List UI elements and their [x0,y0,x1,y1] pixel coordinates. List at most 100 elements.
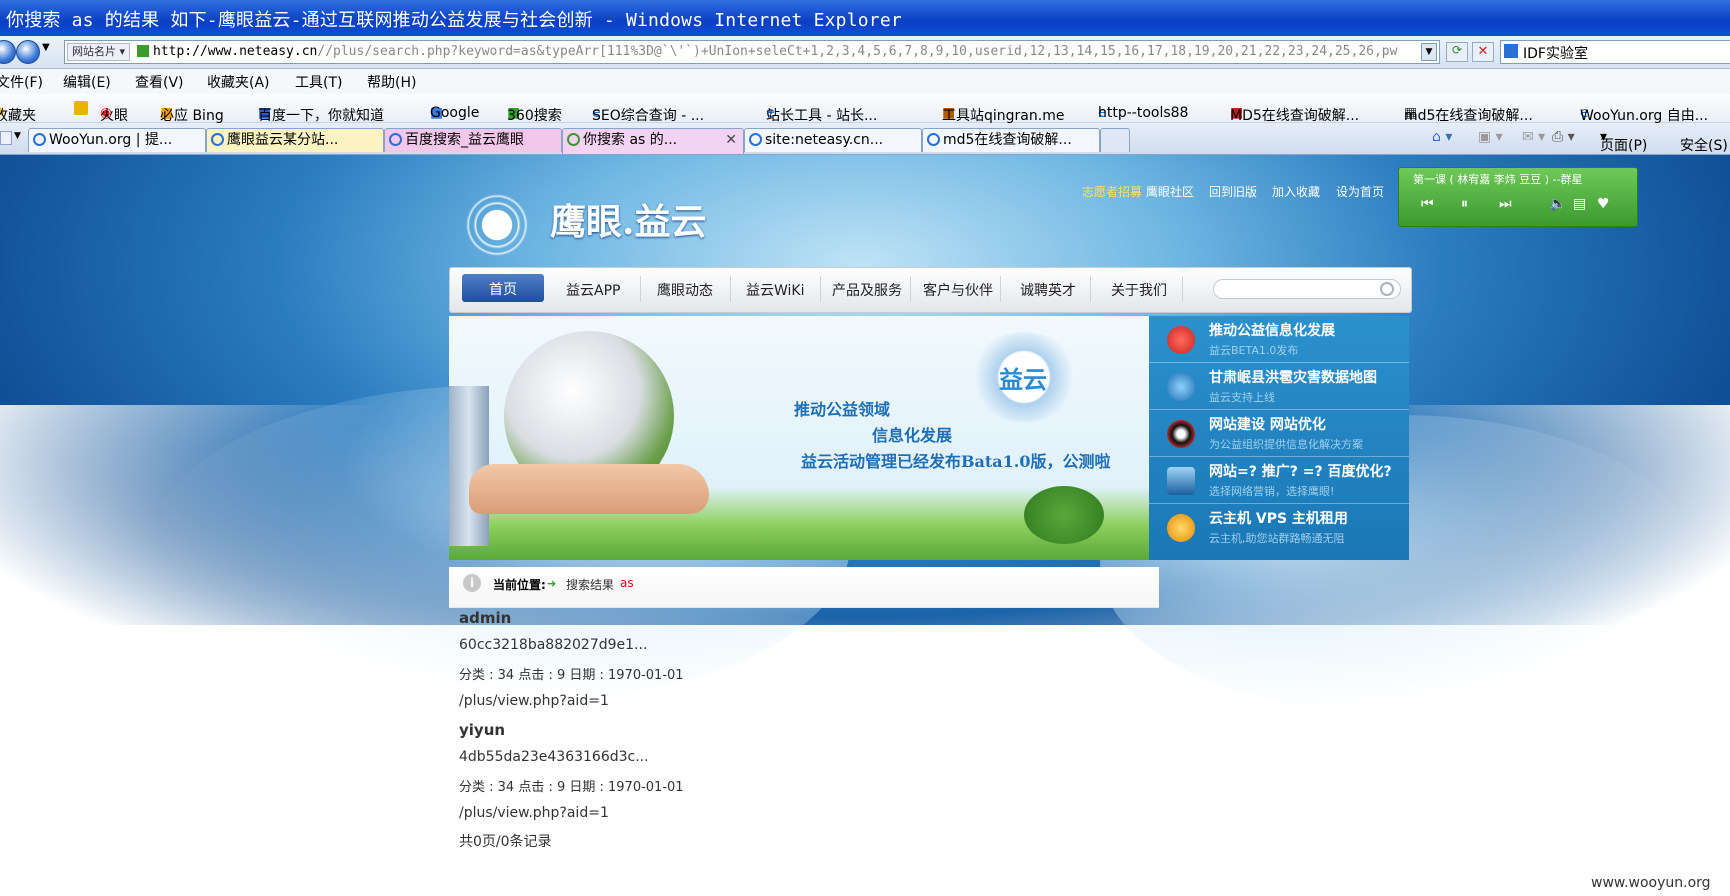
music-note-icon [1167,373,1195,401]
menu-favorites[interactable]: 收藏夹(A) [207,72,270,92]
nav-jobs[interactable]: 诚聘英才 [1020,280,1076,300]
menu-tools[interactable]: 工具(T) [295,72,342,92]
close-tab-icon[interactable]: ✕ [725,129,737,151]
search-value: IDF实验室 [1523,46,1588,62]
news-panel: 推动公益信息化发展 益云BETA1.0发布 甘肃岷县洪雹灾害数据地图 益云支持上… [1149,316,1409,560]
site-search-input[interactable] [1213,279,1401,299]
volunteer-link[interactable]: 志愿者招募 [1082,183,1142,200]
result-link[interactable]: /plus/view.php?aid=1 [459,693,609,709]
page-tab-icon [567,133,580,146]
nav-about[interactable]: 关于我们 [1111,280,1167,300]
panel-item-2[interactable]: 甘肃岷县洪雹灾害数据地图 益云支持上线 [1149,363,1409,410]
tab-md5[interactable]: md5在线查询破解... [922,128,1100,152]
refresh-icon[interactable]: ⟳ [1446,42,1468,62]
banner-line-2: 信息化发展 [872,426,953,445]
search-input[interactable]: IDF实验室 [1500,40,1730,64]
home-icon[interactable]: ⌂ ▾ [1432,129,1452,145]
back-button[interactable] [0,40,16,64]
feeds-icon[interactable]: ▣ ▾ [1478,129,1503,145]
menu-help[interactable]: 帮助(H) [367,72,416,92]
site-card-button[interactable]: 网站名片 ▾ [67,43,131,61]
shield-icon [1167,467,1195,495]
panel-item-1[interactable]: 推动公益信息化发展 益云BETA1.0发布 [1149,316,1409,363]
site-logo-icon[interactable] [455,183,539,267]
nav-divider [910,276,911,302]
result-title[interactable]: yiyun [459,721,505,739]
old-version-link[interactable]: 回到旧版 [1209,183,1257,200]
arrow-right-icon: ➜ [547,577,557,590]
breadcrumb-current: 搜索结果 [566,578,615,592]
forward-button[interactable] [16,40,40,64]
search-icon[interactable] [1380,282,1394,296]
menu-view[interactable]: 查看(V) [135,72,184,92]
address-toolbar: ▼ 网站名片 ▾ http://www.neteasy.cn//plus/sea… [0,36,1730,69]
panel-item-sub: 益云支持上线 [1209,391,1275,404]
page-content: 鹰眼.益云 志愿者招募 鹰眼社区 回到旧版 加入收藏 设为首页 第一课 ( 林宥… [0,155,1730,896]
nav-clients[interactable]: 客户与伙伴 [923,280,993,300]
tab-wooyun[interactable]: WooYun.org | 提... [28,128,206,152]
result-meta: 分类 : 34 点击 : 9 日期 : 1970-01-01 [459,780,684,795]
nav-app[interactable]: 益云APP [566,280,620,300]
url-text[interactable]: http://www.neteasy.cn//plus/search.php?k… [153,44,1421,59]
menu-file[interactable]: 文件(F) [0,72,43,92]
panel-item-title: 云主机 VPS 主机租用 [1209,511,1348,527]
search-provider-icon[interactable] [1504,44,1518,58]
ie-tab-icon [749,133,762,146]
menu-edit[interactable]: 编辑(E) [63,72,111,92]
panel-item-sub: 益云BETA1.0发布 [1209,344,1299,357]
tab-search-result[interactable]: 你搜索 as 的... ✕ [562,128,744,154]
result-snippet: 4db55da23e4363166d3c... [459,749,649,765]
result-link[interactable]: /plus/view.php?aid=1 [459,805,609,821]
address-dropdown-icon[interactable]: ▼ [1421,43,1437,61]
quick-tabs-icon[interactable] [0,131,12,145]
panel-item-4[interactable]: 网站=? 推广? =? 百度优化? 选择网络营销，选择鹰眼! [1149,457,1409,504]
banner-line-3: 益云活动管理已经发布Bata1.0版，公测啦 [801,452,1111,471]
community-link[interactable]: 鹰眼社区 [1146,183,1194,200]
window-title: 你搜索 as 的结果 如下-鹰眼益云-通过互联网推动公益发展与社会创新 - Wi… [6,10,902,31]
next-track-icon[interactable]: ⏭ [1499,196,1512,212]
add-favorite-link[interactable]: 加入收藏 [1272,183,1320,200]
address-bar[interactable]: 网站名片 ▾ http://www.neteasy.cn//plus/searc… [64,40,1440,64]
heart-icon[interactable]: ♥ [1597,196,1610,212]
result-title[interactable]: admin [459,609,511,627]
hand-image [469,464,709,514]
nav-divider [1000,276,1001,302]
nav-wiki[interactable]: 益云WiKi [746,280,805,300]
prev-track-icon[interactable]: ⏮ [1421,196,1434,212]
nav-products[interactable]: 产品及服务 [832,280,902,300]
nav-home[interactable]: 首页 [462,274,544,302]
nav-divider [820,276,821,302]
history-dropdown-icon[interactable]: ▼ [42,42,50,53]
info-icon: i [463,574,481,592]
set-homepage-link[interactable]: 设为首页 [1336,183,1384,200]
new-badge-icon [1167,514,1195,542]
panel-item-title: 推动公益信息化发展 [1209,323,1335,339]
new-tab-button[interactable] [1100,128,1130,152]
nav-news[interactable]: 鹰眼动态 [657,280,713,300]
page-menu[interactable]: 页面(P) ▾ [1600,129,1647,154]
volume-icon[interactable]: 🔈 [1549,196,1566,212]
ie-tab-icon [33,133,46,146]
stop-icon[interactable]: ✕ [1472,42,1494,62]
penguin-icon [1167,420,1195,448]
hat-icon [1167,326,1195,354]
print-icon[interactable]: ⎙ ▾ [1552,129,1575,145]
player-track-title: 第一课 ( 林宥嘉 李炜 豆豆 ) --群星 [1413,173,1583,186]
tab-list-icon[interactable]: ▼ [14,131,21,141]
tab-bar: ▼ WooYun.org | 提... 鹰眼益云某分站... 百度搜索_益云鹰眼… [0,123,1730,155]
banner-line-1: 推动公益领域 [794,400,891,419]
tab-site-neteasy[interactable]: site:neteasy.cn... [744,128,922,152]
tab-baidu[interactable]: 百度搜索_益云鹰眼 [384,128,562,152]
playlist-icon[interactable]: ▤ [1573,196,1586,212]
result-summary: 共0页/0条记录 [459,834,552,850]
breadcrumb-label: 当前位置: [493,578,546,592]
panel-item-3[interactable]: 网站建设 网站优化 为公益组织提供信息化解决方案 [1149,410,1409,457]
site-name[interactable]: 鹰眼.益云 [550,193,707,245]
panel-item-5[interactable]: 云主机 VPS 主机租用 云主机,助您站群路畅通无阻 [1149,504,1409,550]
tab-yingyan[interactable]: 鹰眼益云某分站... [206,128,384,152]
hero-banner[interactable]: 益云 推动公益领域 信息化发展 益云活动管理已经发布Bata1.0版，公测啦 [449,316,1149,560]
nav-divider [640,276,641,302]
mail-icon[interactable]: ✉ ▾ [1522,129,1545,145]
pause-icon[interactable]: ⏸ [1461,196,1468,212]
add-favorite-icon[interactable] [74,101,88,115]
